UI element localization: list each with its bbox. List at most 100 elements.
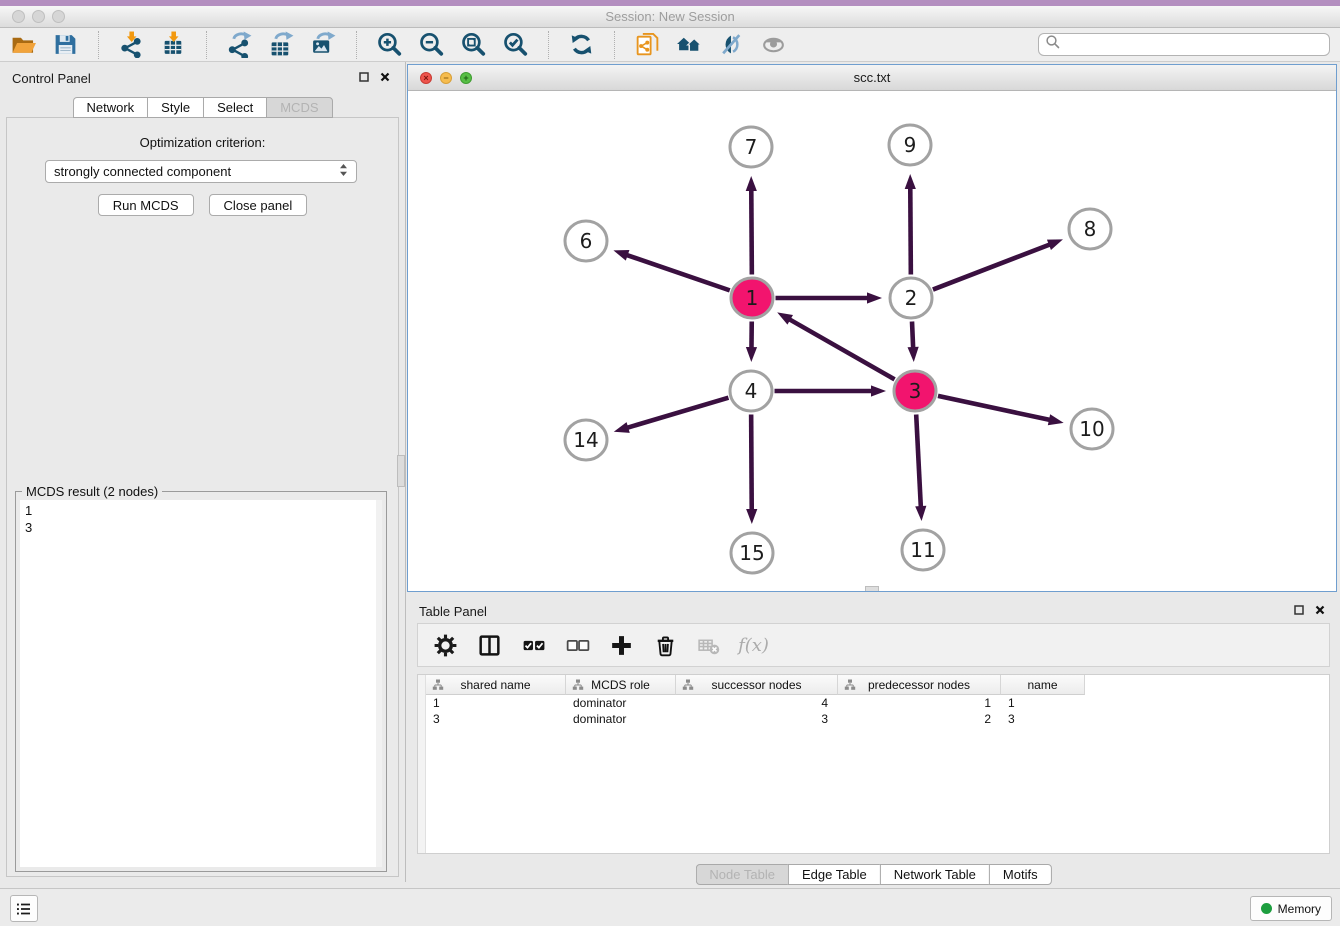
function-builder-icon[interactable]: f(x) — [740, 632, 767, 659]
zoom-selected-icon[interactable] — [502, 31, 529, 58]
delete-columns-icon[interactable] — [652, 632, 679, 659]
table-row[interactable]: 1dominator411 — [426, 695, 1329, 711]
graph-node-11[interactable]: 11 — [902, 530, 944, 570]
open-session-icon[interactable] — [10, 31, 37, 58]
column-header-shared-name[interactable]: shared name — [426, 675, 566, 695]
table-cell[interactable]: 3 — [676, 711, 838, 727]
first-neighbors-icon[interactable] — [676, 31, 703, 58]
table-cell[interactable]: 1 — [838, 695, 1001, 711]
tab-network[interactable]: Network — [72, 97, 147, 118]
graph-edge-4-15[interactable] — [746, 414, 757, 524]
mcds-result-text[interactable]: 1 3 — [20, 500, 376, 867]
graph-node-7[interactable]: 7 — [730, 127, 772, 167]
table-panel: Table Panel f(x) shared nameMCDS rolesuc… — [407, 595, 1340, 888]
table-cell[interactable]: 2 — [838, 711, 1001, 727]
memory-button[interactable]: Memory — [1250, 896, 1332, 921]
graph-edge-4-3[interactable] — [775, 385, 887, 396]
float-table-panel-icon[interactable] — [1293, 604, 1305, 616]
graph-edge-4-14[interactable] — [614, 398, 729, 433]
graph-edge-1-4[interactable] — [746, 321, 757, 362]
graph-edge-3-10[interactable] — [938, 396, 1064, 425]
table-cell[interactable]: 3 — [426, 711, 566, 727]
table-cell[interactable]: 4 — [676, 695, 838, 711]
column-header-MCDS-role[interactable]: MCDS role — [566, 675, 676, 695]
refresh-icon[interactable] — [568, 31, 595, 58]
graph-node-8[interactable]: 8 — [1069, 209, 1111, 249]
network-minimize-button[interactable]: − — [440, 72, 452, 84]
network-maximize-button[interactable]: + — [460, 72, 472, 84]
create-column-icon[interactable] — [608, 632, 635, 659]
graph-edge-2-9[interactable] — [905, 174, 916, 275]
table-row[interactable]: 3dominator323 — [426, 711, 1329, 727]
export-table-icon[interactable] — [268, 31, 295, 58]
graph-node-14[interactable]: 14 — [565, 420, 607, 460]
close-table-panel-icon[interactable] — [1314, 604, 1326, 616]
column-header-successor-nodes[interactable]: successor nodes — [676, 675, 838, 695]
zoom-out-icon[interactable] — [418, 31, 445, 58]
tab-network-table[interactable]: Network Table — [880, 864, 989, 885]
import-table-icon[interactable] — [160, 31, 187, 58]
optimization-criterion-select[interactable]: strongly connected component — [45, 160, 357, 183]
search-box[interactable] — [1038, 33, 1330, 56]
export-network-icon[interactable] — [226, 31, 253, 58]
tab-motifs[interactable]: Motifs — [989, 864, 1052, 885]
column-header-predecessor-nodes[interactable]: predecessor nodes — [838, 675, 1001, 695]
column-header-name[interactable]: name — [1001, 675, 1085, 695]
network-bottom-grip[interactable] — [865, 586, 879, 591]
close-window-button[interactable] — [12, 10, 25, 23]
maximize-window-button[interactable] — [52, 10, 65, 23]
network-canvas[interactable]: 7 9 6 8 1 2 4 3 14 10 15 11 — [408, 91, 1336, 591]
tab-node-table[interactable]: Node Table — [695, 864, 788, 885]
table-cell[interactable]: 1 — [426, 695, 566, 711]
graph-node-3[interactable]: 3 — [894, 371, 936, 411]
close-panel-icon[interactable] — [379, 71, 391, 83]
graph-node-4[interactable]: 4 — [730, 371, 772, 411]
graph-edge-2-3[interactable] — [908, 321, 919, 362]
graph-node-2[interactable]: 2 — [890, 278, 932, 318]
graph-edge-2-8[interactable] — [933, 239, 1063, 289]
memory-label: Memory — [1278, 902, 1321, 916]
zoom-fit-icon[interactable] — [460, 31, 487, 58]
table-settings-icon[interactable] — [432, 632, 459, 659]
show-hidden-icon[interactable] — [760, 31, 787, 58]
graph-edge-1-7[interactable] — [746, 176, 757, 275]
task-history-button[interactable] — [10, 895, 38, 922]
tab-mcds[interactable]: MCDS — [266, 97, 332, 118]
graph-node-10[interactable]: 10 — [1071, 409, 1113, 449]
import-network-icon[interactable] — [118, 31, 145, 58]
float-panel-icon[interactable] — [358, 71, 370, 83]
table-cell[interactable]: dominator — [566, 711, 676, 727]
minimize-window-button[interactable] — [32, 10, 45, 23]
tab-select[interactable]: Select — [203, 97, 266, 118]
graph-edge-3-1[interactable] — [777, 312, 894, 379]
search-input[interactable] — [1061, 35, 1323, 54]
graph-edge-1-2[interactable] — [776, 292, 883, 303]
graph-node-6[interactable]: 6 — [565, 221, 607, 261]
clone-network-icon[interactable] — [634, 31, 661, 58]
close-panel-button[interactable]: Close panel — [209, 194, 308, 216]
save-session-icon[interactable] — [52, 31, 79, 58]
graph-node-9[interactable]: 9 — [889, 125, 931, 165]
unselect-all-columns-icon[interactable] — [564, 632, 591, 659]
network-close-button[interactable]: × — [420, 72, 432, 84]
table-cell[interactable]: 3 — [1001, 711, 1085, 727]
zoom-in-icon[interactable] — [376, 31, 403, 58]
run-mcds-button[interactable]: Run MCDS — [98, 194, 194, 216]
graph-edge-1-6[interactable] — [613, 250, 729, 290]
tab-style[interactable]: Style — [147, 97, 203, 118]
panel-divider-grip[interactable] — [397, 455, 405, 487]
table-cell[interactable]: dominator — [566, 695, 676, 711]
table-toolbar: f(x) — [417, 623, 1330, 667]
graph-edge-3-11[interactable] — [915, 414, 926, 521]
export-image-icon[interactable] — [310, 31, 337, 58]
show-columns-icon[interactable] — [476, 632, 503, 659]
hide-selected-icon[interactable] — [718, 31, 745, 58]
graph-node-1[interactable]: 1 — [731, 278, 773, 318]
mcds-result-scrollbar[interactable] — [376, 500, 382, 867]
network-window-titlebar[interactable]: × − + scc.txt — [408, 65, 1336, 91]
select-all-columns-icon[interactable] — [520, 632, 547, 659]
tab-edge-table[interactable]: Edge Table — [788, 864, 880, 885]
delete-table-icon[interactable] — [696, 632, 723, 659]
graph-node-15[interactable]: 15 — [731, 533, 773, 573]
table-cell[interactable]: 1 — [1001, 695, 1085, 711]
